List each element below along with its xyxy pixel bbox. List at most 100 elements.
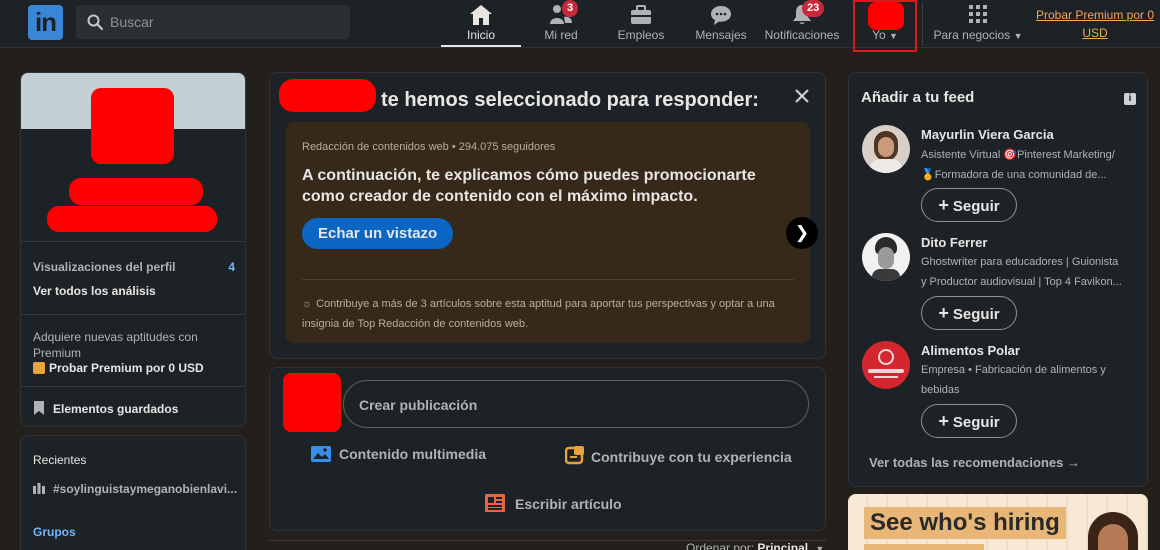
user-name-redacted: [279, 79, 376, 112]
nav-messaging-label: Mensajes: [695, 28, 747, 42]
article-icon: [485, 494, 505, 512]
nav-for-business-label: Para negocios ▼: [933, 28, 1023, 42]
add-to-feed-card: Añadir a tu feed i Mayurlin Viera Garcia…: [848, 72, 1148, 487]
suggestion-name[interactable]: Mayurlin Viera Garcia: [921, 127, 1054, 142]
premium-upsell-text: Adquiere nuevas aptitudes con Premium: [33, 330, 198, 360]
caret-down-icon: ▼: [889, 31, 898, 41]
follow-button[interactable]: + Seguir: [921, 296, 1017, 330]
nav-divider: [922, 2, 923, 46]
sort-label: Ordenar por:: [686, 541, 755, 550]
sun-light-icon: ☼: [302, 298, 313, 310]
plus-icon: +: [938, 303, 949, 323]
bookmark-icon: [34, 401, 44, 415]
sort-dropdown[interactable]: Ordenar por: Principal ▼: [686, 541, 824, 550]
follow-button[interactable]: + Seguir: [921, 188, 1017, 222]
nav-home[interactable]: Inicio: [441, 0, 521, 48]
company-logo[interactable]: [862, 341, 910, 389]
nav-my-network-label: Mi red: [544, 28, 578, 42]
create-post-placeholder: Crear publicación: [359, 397, 478, 413]
nav-me[interactable]: Yo ▼: [855, 28, 915, 42]
notifications-badge: 23: [802, 0, 825, 17]
sort-value: Principal: [757, 541, 809, 550]
search-icon: [87, 14, 104, 31]
premium-icon: [33, 362, 45, 374]
suggestion-subtitle: y Productor audiovisual | Top 4 Favikon.…: [921, 276, 1122, 288]
echar-un-vistazo-button[interactable]: Echar un vistazo: [302, 218, 454, 249]
profile-views-label: Visualizaciones del perfil: [33, 260, 176, 274]
nav-my-network[interactable]: 3 Mi red: [530, 0, 592, 48]
try-premium-link[interactable]: Probar Premium por 0 USD: [1032, 6, 1158, 42]
close-icon: [795, 89, 809, 103]
suggestion-name[interactable]: Dito Ferrer: [921, 235, 987, 250]
premium-upsell-cta[interactable]: Probar Premium por 0 USD: [33, 361, 204, 375]
profile-views-count: 4: [228, 260, 235, 274]
saved-items-link[interactable]: Elementos guardados: [33, 401, 178, 416]
follow-button[interactable]: + Seguir: [921, 404, 1017, 438]
view-analytics-link[interactable]: Ver todos los análisis: [33, 284, 156, 298]
chevron-right-icon: ❯: [794, 223, 810, 242]
next-arrow-button[interactable]: ❯: [786, 217, 818, 249]
profile-views-row[interactable]: Visualizaciones del perfil 4: [33, 260, 235, 274]
plus-icon: +: [938, 411, 949, 431]
suggestion-name[interactable]: Alimentos Polar: [921, 343, 1020, 358]
caret-down-icon: ▼: [1013, 31, 1023, 41]
close-button[interactable]: [791, 85, 813, 107]
briefcase-icon: [631, 5, 651, 24]
create-post-input[interactable]: Crear publicación: [343, 380, 809, 428]
nav-for-business[interactable]: Para negocios ▼: [930, 0, 1026, 48]
suggestion-subtitle: Asistente Virtual 🎯Pinterest Marketing/: [921, 149, 1115, 161]
nav-notifications-label: Notificaciones: [764, 28, 840, 42]
post-composer-card: Crear publicación Contenido multimedia C…: [269, 367, 826, 531]
groups-link[interactable]: Grupos: [33, 525, 76, 539]
suggestion-subtitle: bebidas: [921, 384, 960, 396]
suggestion-avatar[interactable]: [862, 125, 910, 173]
skill-promo-panel: Redacción de contenidos web • 294.075 se…: [286, 122, 818, 343]
nav-jobs-label: Empleos: [617, 28, 665, 42]
nav-me-label: Yo: [872, 28, 886, 42]
profile-name[interactable]: [69, 178, 203, 205]
profile-photo[interactable]: [91, 88, 174, 164]
skill-suggestion-card: te hemos seleccionado para responder: Re…: [269, 72, 826, 359]
view-all-recommendations-link[interactable]: Ver todas las recomendaciones →: [869, 455, 1080, 470]
contribute-expertise-button[interactable]: Contribuye con tu experiencia: [564, 446, 792, 466]
feed-title: Añadir a tu feed: [861, 89, 975, 106]
media-button[interactable]: Contenido multimedia: [311, 446, 486, 462]
skill-heading: A continuación, te explicamos cómo puede…: [302, 167, 756, 205]
avatar: [868, 2, 904, 30]
nav-notifications[interactable]: 23 Notificaciones: [762, 0, 842, 48]
suggestion-subtitle: Ghostwriter para educadores | Guionista: [921, 256, 1119, 268]
skill-meta: Redacción de contenidos web • 294.075 se…: [302, 141, 556, 153]
linkedin-logo[interactable]: in: [28, 5, 63, 40]
network-badge: 3: [562, 0, 579, 17]
messaging-icon: [711, 6, 731, 25]
write-article-button[interactable]: Escribir artículo: [485, 494, 622, 512]
search-input[interactable]: Buscar: [110, 14, 154, 30]
top-navigation-bar: in Buscar Inicio 3 Mi red Empleos Mensaj…: [0, 0, 1160, 52]
skill-note: ☼ Contribuye a más de 3 artículos sobre e…: [302, 298, 775, 330]
ad-headline: See who's hiring: [864, 507, 1066, 539]
profile-card: Visualizaciones del perfil 4 Ver todos l…: [20, 72, 246, 427]
suggestion-avatar[interactable]: [862, 233, 910, 281]
expertise-icon: [564, 446, 584, 465]
nav-messaging[interactable]: Mensajes: [690, 0, 752, 48]
image-icon: [311, 446, 331, 462]
suggestion-subtitle: Empresa • Fabricación de alimentos y: [921, 364, 1106, 376]
composer-avatar: [283, 373, 341, 432]
home-icon: [470, 5, 492, 25]
nav-me-highlight[interactable]: Yo ▼: [853, 0, 917, 52]
search-box[interactable]: Buscar: [76, 5, 350, 39]
active-indicator: [441, 45, 521, 47]
caret-down-icon: ▼: [815, 544, 825, 550]
nav-home-label: Inicio: [466, 28, 495, 42]
hiring-ad-card[interactable]: See who's hiring: [848, 494, 1148, 550]
profile-headline: [47, 206, 217, 232]
plus-icon: +: [938, 195, 949, 215]
suggestion-title: te hemos seleccionado para responder:: [381, 89, 759, 111]
recent-card: Recientes #soylinguistaymeganobienlavi..…: [20, 435, 246, 550]
nav-jobs[interactable]: Empleos: [611, 0, 671, 48]
suggestion-subtitle: 🏅Formadora de una comunidad de...: [921, 169, 1107, 181]
recent-item[interactable]: #soylinguistaymeganobienlavi...: [33, 482, 243, 496]
info-icon[interactable]: i: [1124, 93, 1136, 105]
recent-title: Recientes: [33, 453, 87, 467]
grid-apps-icon: [969, 5, 987, 23]
